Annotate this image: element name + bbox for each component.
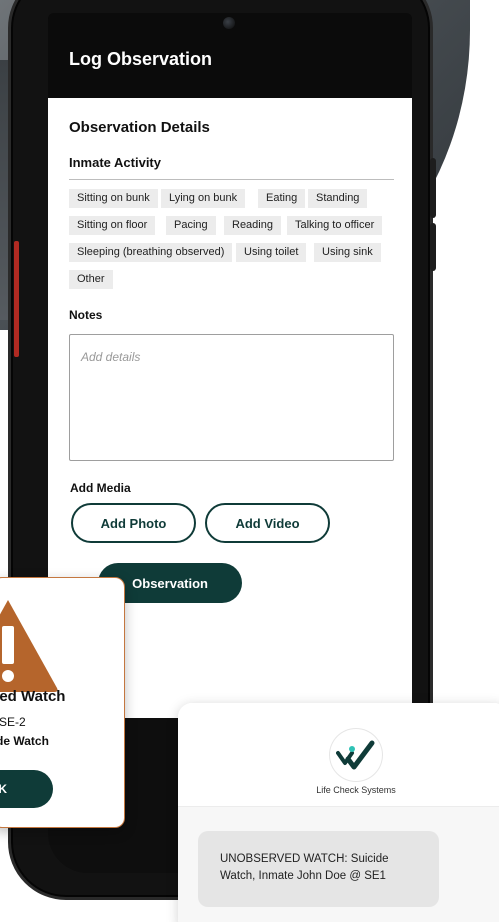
alert-location: SE-2	[0, 715, 26, 729]
section-title: Observation Details	[69, 119, 210, 136]
add-photo-button[interactable]: Add Photo	[71, 503, 196, 543]
front-camera	[223, 17, 235, 29]
activity-chip-lying-on-bunk[interactable]: Lying on bunk	[161, 189, 246, 208]
activity-chip-sitting-on-floor[interactable]: Sitting on floor	[69, 216, 156, 235]
activity-label: Inmate Activity	[69, 155, 161, 170]
activity-chip-standing[interactable]: Standing	[308, 189, 368, 208]
activity-chip-sitting-on-bunk[interactable]: Sitting on bunk	[69, 189, 158, 208]
activity-chip-talking-to-officer[interactable]: Talking to officer	[287, 216, 383, 235]
alert-watch-type: de Watch	[0, 734, 49, 748]
checkmark-logo-icon	[330, 729, 382, 781]
sms-header: Life Check Systems	[178, 703, 499, 807]
phone-power-button	[430, 223, 436, 271]
activity-chip-sleeping[interactable]: Sleeping (breathing observed)	[69, 243, 233, 262]
activity-chip-pacing[interactable]: Pacing	[166, 216, 216, 235]
activity-chip-using-sink[interactable]: Using sink	[314, 243, 381, 262]
activity-chip-using-toilet[interactable]: Using toilet	[236, 243, 307, 262]
divider	[69, 179, 394, 180]
phone-emergency-button	[14, 241, 19, 357]
sms-message-bubble: UNOBSERVED WATCH: Suicide Watch, Inmate …	[198, 831, 439, 907]
warning-triangle-icon	[0, 600, 58, 692]
phone-volume-button	[430, 158, 436, 218]
alert-card: ved Watch SE-2 de Watch OK	[0, 577, 125, 828]
alert-title: ved Watch	[0, 688, 66, 705]
sms-body: UNOBSERVED WATCH: Suicide Watch, Inmate …	[178, 807, 499, 922]
page-title: Log Observation	[69, 49, 213, 69]
notes-label: Notes	[69, 308, 103, 322]
activity-chip-other[interactable]: Other	[69, 270, 113, 289]
media-label: Add Media	[70, 481, 131, 495]
activity-chip-reading[interactable]: Reading	[224, 216, 281, 235]
add-video-button[interactable]: Add Video	[205, 503, 330, 543]
sms-brand-name: Life Check Systems	[316, 785, 396, 795]
notes-placeholder: Add details	[81, 350, 141, 364]
sms-notification: Life Check Systems UNOBSERVED WATCH: Sui…	[178, 703, 499, 922]
activity-chip-eating[interactable]: Eating	[258, 189, 306, 208]
alert-ok-button[interactable]: OK	[0, 770, 53, 808]
notes-textarea[interactable]: Add details	[69, 334, 394, 461]
